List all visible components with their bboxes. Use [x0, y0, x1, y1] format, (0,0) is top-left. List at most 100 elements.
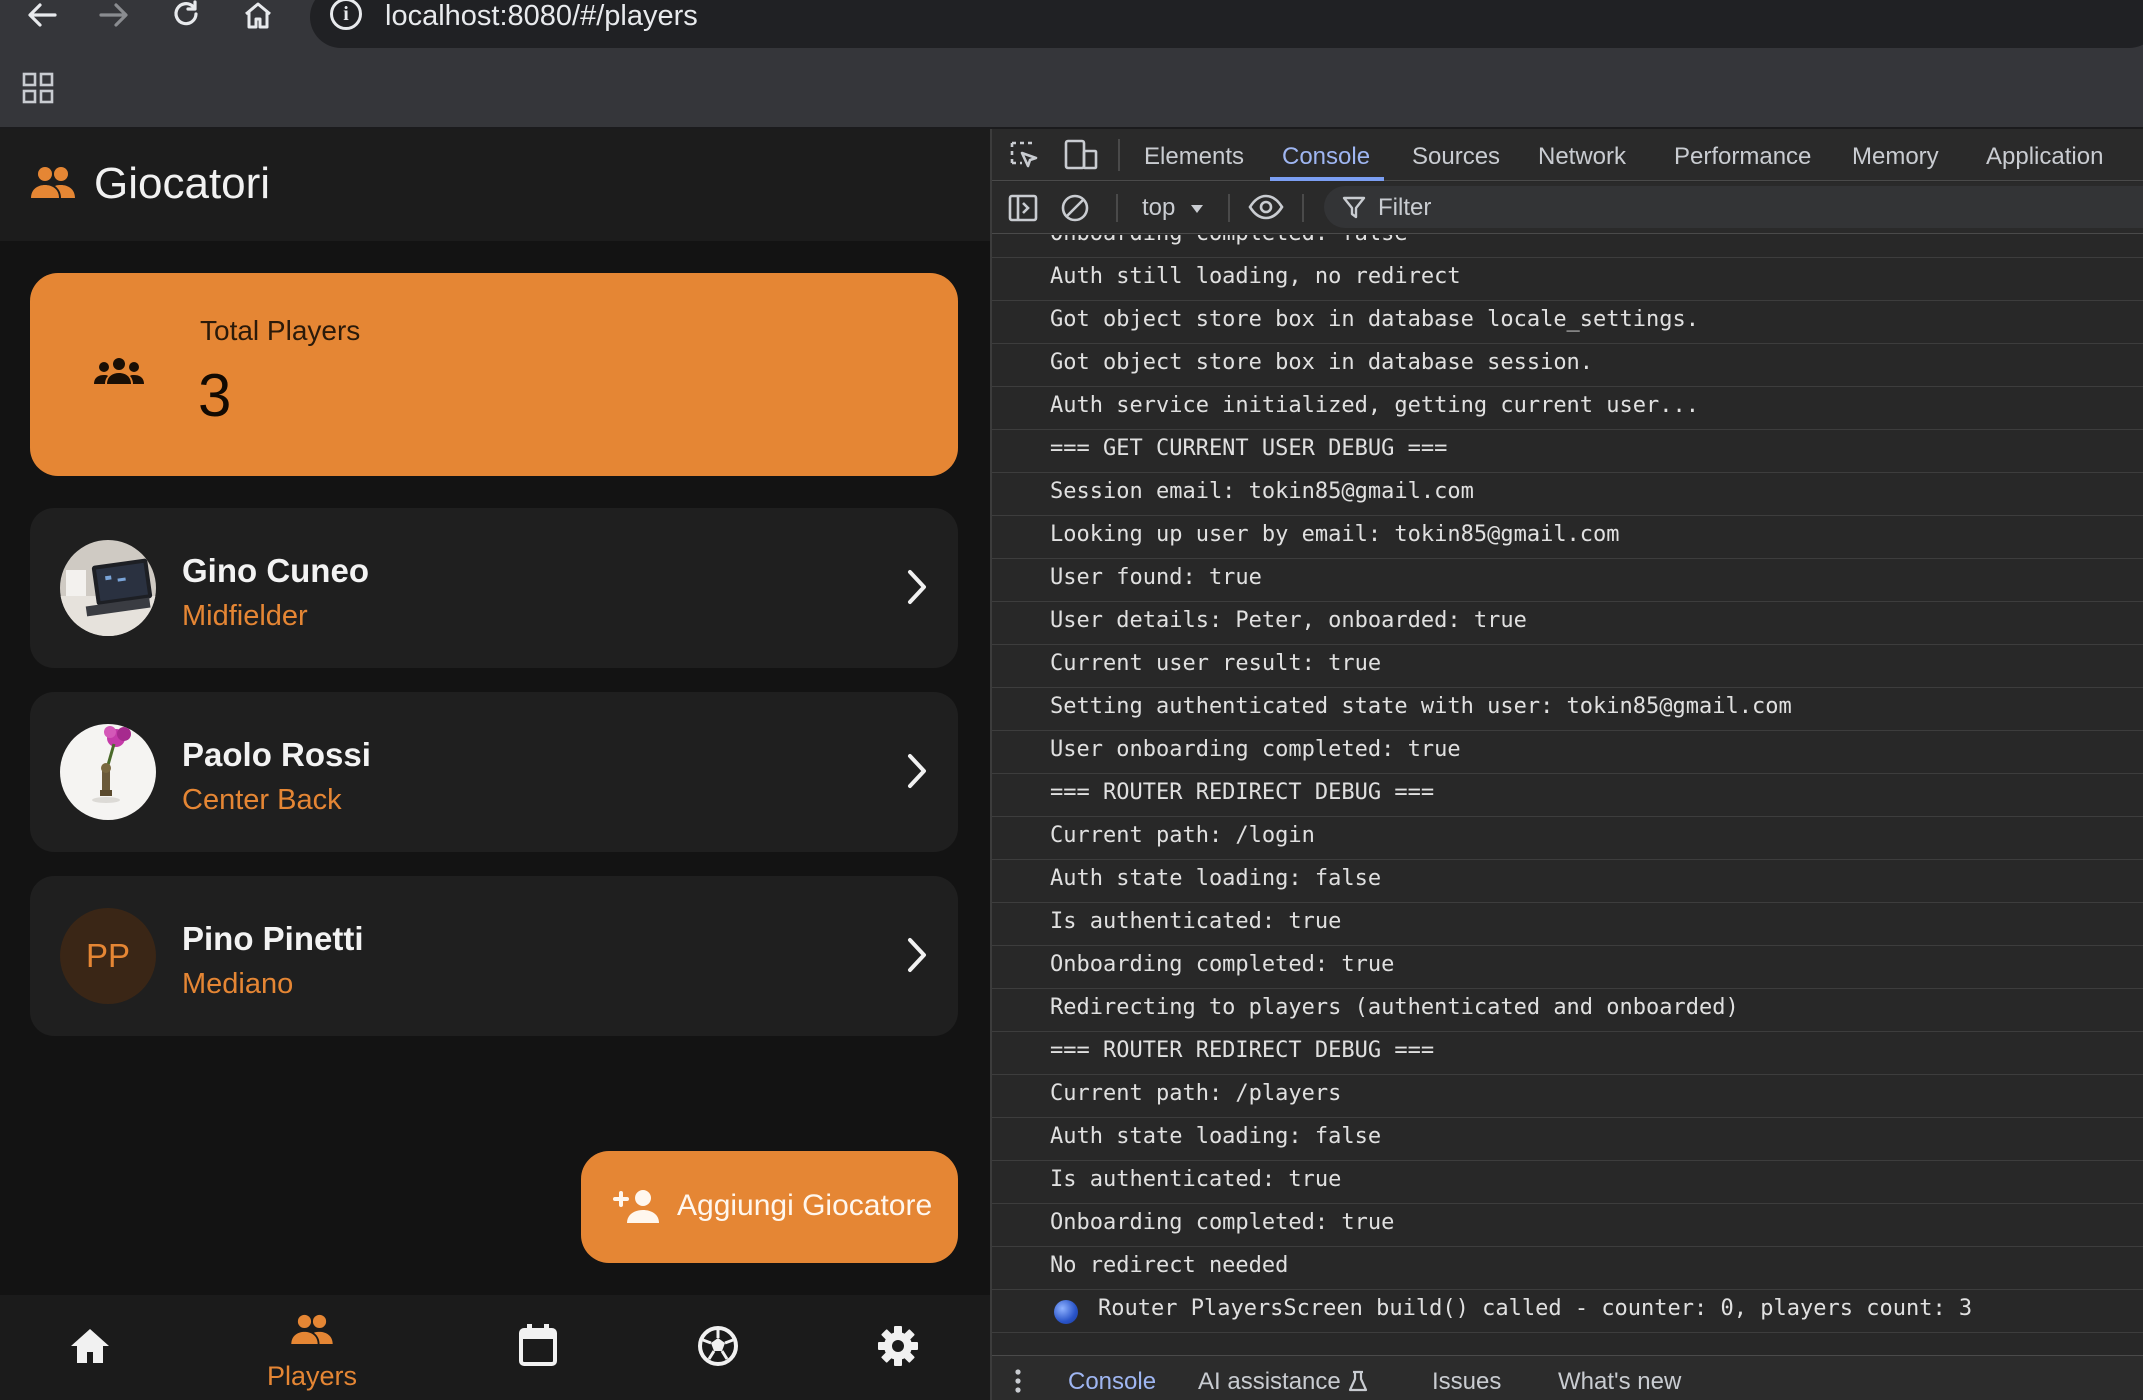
- home-button[interactable]: [234, 0, 282, 30]
- clear-console-icon[interactable]: [1060, 193, 1090, 223]
- console-message-text: Auth state loading: false: [1050, 866, 1382, 891]
- console-message: Auth state loading: false: [992, 1118, 2143, 1161]
- filter-icon: [1342, 196, 1366, 219]
- drawer-tab-ai-assistance[interactable]: AI assistance: [1198, 1368, 1341, 1396]
- avatar-photo-laptop-icon: [60, 540, 156, 636]
- console-message-text: === ROUTER REDIRECT DEBUG ===: [1050, 1038, 1435, 1063]
- nav-players[interactable]: Players: [222, 1295, 402, 1400]
- reload-icon: [174, 0, 198, 26]
- inspect-element-icon[interactable]: [1010, 141, 1040, 171]
- console-message-text: Got object store box in database session…: [1050, 350, 1594, 375]
- console-message: Onboarding completed: true: [992, 946, 2143, 989]
- console-message-text: Got object store box in database locale_…: [1050, 307, 1700, 332]
- console-message-text: Current user result: true: [1050, 651, 1382, 676]
- tab-console[interactable]: Console: [1282, 143, 1370, 171]
- nav-calendar[interactable]: [448, 1295, 628, 1400]
- console-message-text: User details: Peter, onboarded: true: [1050, 608, 1527, 633]
- gear-icon: [878, 1326, 918, 1366]
- console-message: Auth service initialized, getting curren…: [992, 387, 2143, 430]
- tab-performance[interactable]: Performance: [1674, 143, 1811, 171]
- console-message-text: Redirecting to players (authenticated an…: [1050, 995, 1739, 1020]
- console-message-text: User found: true: [1050, 565, 1262, 590]
- console-message: === ROUTER REDIRECT DEBUG ===: [992, 774, 2143, 817]
- context-selector[interactable]: top: [1142, 194, 1204, 222]
- emoji-globe-icon: [1054, 1300, 1078, 1324]
- drawer-tab-console[interactable]: Console: [1068, 1368, 1156, 1396]
- console-message-text: Onboarding completed: true: [1050, 952, 1395, 977]
- console-message: Auth still loading, no redirect: [992, 258, 2143, 301]
- console-message-text: User onboarding completed: true: [1050, 737, 1461, 762]
- console-message: Got object store box in database locale_…: [992, 301, 2143, 344]
- player-role: Center Back: [182, 784, 342, 816]
- console-message-text: Looking up user by email: tokin85@gmail.…: [1050, 522, 1620, 547]
- nav-players-label: Players: [266, 1361, 358, 1391]
- bookmarks-bar: [0, 60, 2143, 126]
- tab-network[interactable]: Network: [1538, 143, 1626, 171]
- player-card-pino-pinetti[interactable]: PP Pino Pinetti Mediano: [30, 876, 958, 1036]
- player-name: Gino Cuneo: [182, 552, 369, 589]
- console-message-text: Onboarding completed: true: [1050, 1210, 1395, 1235]
- group-icon: [31, 167, 75, 198]
- chevron-right-icon: [908, 754, 926, 788]
- back-button[interactable]: [18, 0, 66, 30]
- console-message: Onboarding completed: true: [992, 1204, 2143, 1247]
- console-message: No redirect needed: [992, 1247, 2143, 1290]
- device-toolbar-icon[interactable]: [1064, 139, 1098, 171]
- console-message-text: Onboarding completed: false: [1050, 235, 1408, 246]
- devtools-panel: Elements Console Sources Network Perform…: [990, 129, 2143, 1400]
- avatar: [60, 724, 156, 820]
- add-player-button[interactable]: Aggiungi Giocatore: [581, 1151, 958, 1263]
- player-role: Mediano: [182, 968, 294, 1000]
- tab-sources[interactable]: Sources: [1412, 143, 1500, 171]
- drawer-tab-whats-new[interactable]: What's new: [1558, 1368, 1681, 1396]
- eye-icon[interactable]: [1248, 194, 1284, 220]
- console-message-text: Auth still loading, no redirect: [1050, 264, 1461, 289]
- browser-chrome: i localhost:8080/#/players: [0, 0, 2143, 129]
- console-message: Onboarding completed: false: [992, 235, 2143, 258]
- player-card-paolo-rossi[interactable]: Paolo Rossi Center Back: [30, 692, 958, 852]
- drawer-tab-issues[interactable]: Issues: [1432, 1368, 1501, 1396]
- forward-button[interactable]: [90, 0, 138, 30]
- person-add-icon: [613, 1190, 659, 1223]
- more-options-icon[interactable]: [1014, 1368, 1022, 1394]
- console-message-text: === ROUTER REDIRECT DEBUG ===: [1050, 780, 1435, 805]
- console-message-text: No redirect needed: [1050, 1253, 1289, 1278]
- tab-elements[interactable]: Elements: [1144, 143, 1244, 171]
- chevron-right-icon: [908, 938, 926, 972]
- divider: [1302, 194, 1304, 222]
- tab-application[interactable]: Application: [1986, 143, 2103, 171]
- console-message: Redirecting to players (authenticated an…: [992, 989, 2143, 1032]
- page-title: Giocatori: [94, 159, 271, 208]
- url-text[interactable]: localhost:8080/#/players: [385, 0, 698, 33]
- nav-home[interactable]: [0, 1295, 180, 1400]
- apps-grid-icon[interactable]: [22, 72, 54, 104]
- soccer-ball-icon: [698, 1326, 738, 1366]
- console-message-text: Auth state loading: false: [1050, 1124, 1382, 1149]
- chevron-right-icon: [908, 570, 926, 604]
- nav-settings[interactable]: [808, 1295, 988, 1400]
- console-message: Current user result: true: [992, 645, 2143, 688]
- devtools-tab-bar: Elements Console Sources Network Perform…: [992, 129, 2143, 181]
- console-message: Looking up user by email: tokin85@gmail.…: [992, 516, 2143, 559]
- player-card-gino-cuneo[interactable]: Gino Cuneo Midfielder: [30, 508, 958, 668]
- console-filter-input[interactable]: Filter: [1324, 186, 2143, 228]
- arrow-right-icon: [99, 3, 128, 27]
- bottom-navigation: Players: [0, 1295, 990, 1400]
- reload-button[interactable]: [162, 0, 210, 30]
- flask-icon: [1348, 1370, 1368, 1392]
- console-message-text: Setting authenticated state with user: t…: [1050, 694, 1792, 719]
- nav-matches[interactable]: [628, 1295, 808, 1400]
- filter-placeholder: Filter: [1378, 194, 1432, 221]
- active-tab-indicator: [1270, 177, 1384, 181]
- divider: [1118, 139, 1120, 171]
- browser-toolbar: i localhost:8080/#/players: [0, 0, 2143, 52]
- add-player-label: Aggiungi Giocatore: [677, 1189, 933, 1222]
- site-info-icon[interactable]: i: [330, 0, 362, 30]
- context-value: top: [1142, 194, 1176, 221]
- address-bar[interactable]: i localhost:8080/#/players: [310, 0, 2143, 48]
- tab-memory[interactable]: Memory: [1852, 143, 1939, 171]
- console-message: Current path: /players: [992, 1075, 2143, 1118]
- arrow-left-icon: [28, 3, 57, 27]
- sidebar-toggle-icon[interactable]: [1008, 194, 1038, 222]
- console-messages: Onboarding completed: false Auth still lo…: [992, 235, 2143, 1355]
